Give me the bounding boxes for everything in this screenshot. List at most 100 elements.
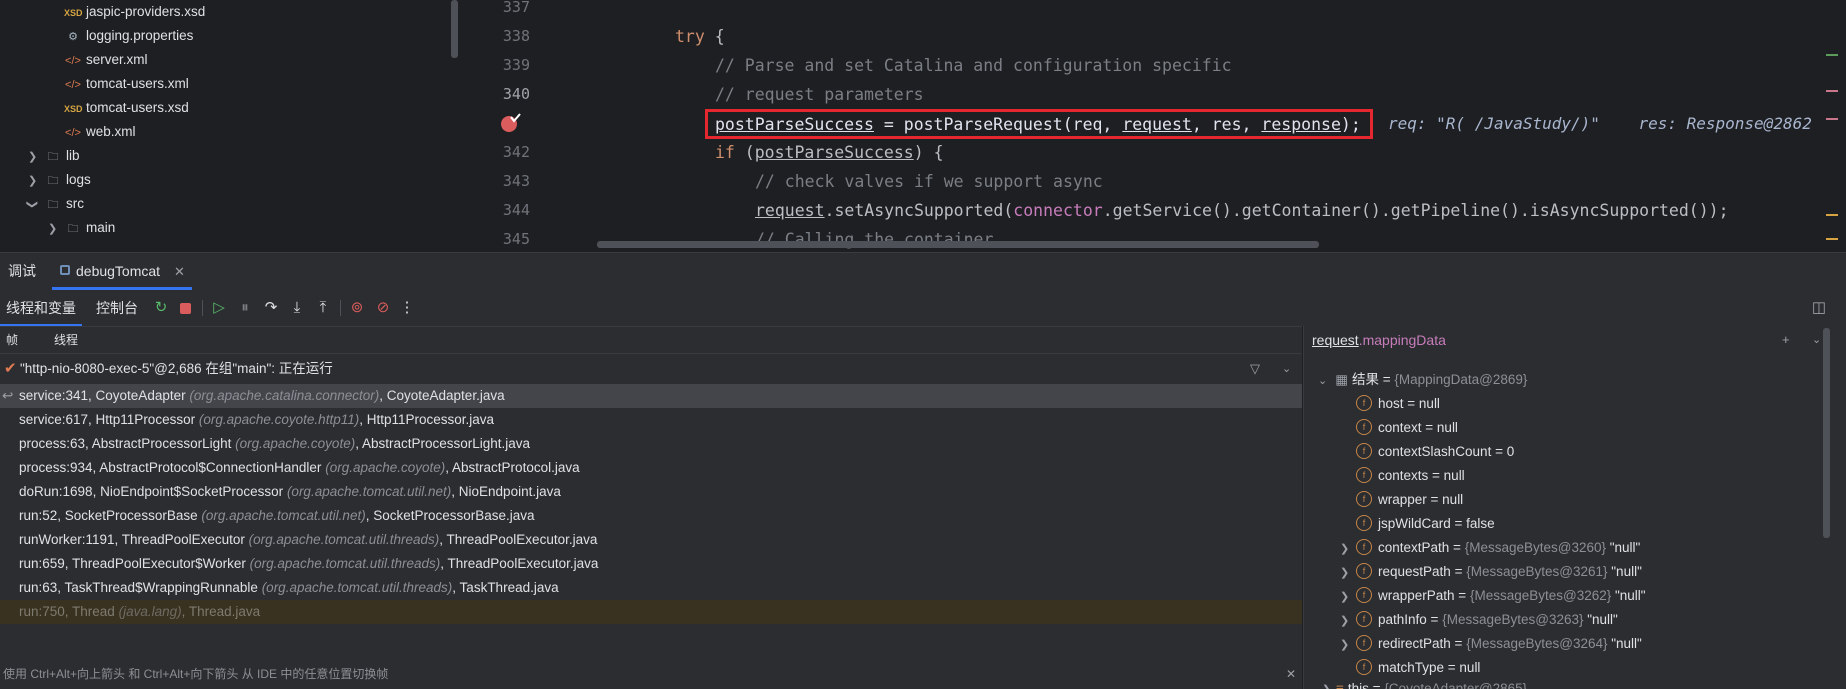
add-watch-icon[interactable]: +: [1782, 326, 1790, 354]
debug-tool-window-header: 调试 debugTomcat ✕: [0, 252, 1846, 290]
tab-frames[interactable]: 帧: [6, 327, 18, 353]
variable-field[interactable]: f wrapper = null: [1356, 488, 1463, 512]
chevron-right-icon[interactable]: ❯: [1340, 638, 1349, 651]
stack-frame[interactable]: run:63, TaskThread$WrappingRunnable (org…: [0, 576, 1302, 600]
chevron-down-icon[interactable]: ⌄: [1812, 326, 1821, 354]
tree-item-tomcat-users-xml[interactable]: </> tomcat-users.xml: [64, 72, 189, 96]
thread-name: "http-nio-8080-exec-5"@2,686 在组"main": 正…: [20, 361, 333, 376]
tree-item-server-xml[interactable]: </> server.xml: [64, 48, 147, 72]
code-line-343: // check valves if we support async: [755, 172, 1103, 191]
stack-frame[interactable]: run:659, ThreadPoolExecutor$Worker (org.…: [0, 552, 1302, 576]
table-icon: ▦: [1335, 372, 1348, 387]
chevron-right-icon[interactable]: ❯: [1340, 542, 1349, 555]
line-number: 340: [502, 85, 530, 103]
xml-file-icon: </>: [65, 79, 81, 91]
tree-item-src[interactable]: 🗀 src: [44, 192, 85, 216]
stack-frame[interactable]: runWorker:1191, ThreadPoolExecutor (org.…: [0, 528, 1302, 552]
breakpoint-icon[interactable]: [499, 112, 521, 134]
stack-frame[interactable]: service:617, Http11Processor (org.apache…: [0, 408, 1302, 432]
step-out-icon[interactable]: ⤒: [312, 290, 334, 326]
tree-item-web-xml[interactable]: </> web.xml: [64, 120, 135, 144]
tree-item-logs[interactable]: 🗀 logs: [44, 168, 91, 192]
folder-icon: 🗀: [67, 223, 79, 235]
stack-frame[interactable]: run:52, SocketProcessorBase (org.apache.…: [0, 504, 1302, 528]
chevron-right-icon[interactable]: ❯: [28, 150, 37, 163]
frames-threads-tabs: 帧 线程: [0, 326, 1302, 353]
tree-item-jaspic-providers[interactable]: XSD jaspic-providers.xsd: [64, 0, 205, 24]
evaluate-expression[interactable]: request.mappingData: [1312, 326, 1446, 354]
stack-frame[interactable]: ↩ service:341, CoyoteAdapter (org.apache…: [0, 384, 1302, 408]
chevron-right-icon[interactable]: ❯: [1340, 590, 1349, 603]
chevron-right-icon[interactable]: ❯: [1340, 566, 1349, 579]
tab-threads[interactable]: 线程: [54, 327, 78, 353]
variable-field[interactable]: f pathInfo = {MessageBytes@3263} "null": [1356, 608, 1618, 632]
variable-field[interactable]: f jspWildCard = false: [1356, 512, 1495, 536]
return-arrow-icon: ↩: [2, 388, 14, 403]
tab-threads-variables[interactable]: 线程和变量: [6, 290, 76, 326]
code-line-342: if (postParseSuccess) {: [715, 143, 944, 162]
stack-frame[interactable]: run:750, Thread (java.lang), Thread.java: [0, 600, 1302, 624]
tab-debug[interactable]: 调试: [8, 253, 36, 290]
chevron-right-icon[interactable]: ❯: [1340, 614, 1349, 627]
resume-icon[interactable]: ▷: [208, 290, 230, 326]
rerun-icon[interactable]: ↻: [150, 290, 172, 326]
variable-field[interactable]: f context = null: [1356, 416, 1458, 440]
field-icon: f: [1356, 635, 1372, 652]
tab-debug-session[interactable]: debugTomcat ✕: [52, 253, 192, 290]
field-icon: f: [1356, 467, 1372, 484]
chevron-right-icon[interactable]: ❯: [1322, 683, 1331, 689]
close-icon[interactable]: ✕: [1286, 660, 1296, 689]
filter-icon[interactable]: ▽: [1250, 354, 1260, 384]
line-number: 338: [502, 27, 530, 45]
xml-file-icon: </>: [65, 55, 81, 67]
variable-field[interactable]: f requestPath = {MessageBytes@3261} "null…: [1356, 560, 1642, 584]
editor-horizontal-scrollbar[interactable]: [597, 241, 1319, 248]
variables-scrollbar[interactable]: [1823, 328, 1830, 538]
tree-item-lib[interactable]: 🗀 lib: [44, 144, 80, 168]
layout-icon[interactable]: ◫: [1808, 290, 1830, 326]
stack-frame[interactable]: doRun:1698, NioEndpoint$SocketProcessor …: [0, 480, 1302, 504]
tab-console[interactable]: 控制台: [96, 290, 138, 326]
variable-field[interactable]: f contextSlashCount = 0: [1356, 440, 1514, 464]
field-icon: f: [1356, 443, 1372, 460]
code-line-344: request.setAsyncSupported(connector.getS…: [755, 201, 1729, 220]
stack-frame[interactable]: process:63, AbstractProcessorLight (org.…: [0, 432, 1302, 456]
stop-icon[interactable]: [174, 290, 196, 326]
chevron-down-icon[interactable]: ❯: [26, 200, 39, 209]
mute-breakpoints-icon[interactable]: ⊘: [372, 290, 394, 326]
tree-item-logging-properties[interactable]: ⚙ logging.properties: [64, 24, 193, 48]
view-breakpoints-icon[interactable]: ⊚: [346, 290, 368, 326]
field-icon: f: [1356, 659, 1372, 676]
close-icon[interactable]: ✕: [174, 253, 185, 290]
chevron-down-icon[interactable]: ⌄: [1318, 375, 1327, 387]
line-number: 344: [502, 201, 530, 219]
variable-field[interactable]: f redirectPath = {MessageBytes@3264} "nul…: [1356, 632, 1642, 656]
xsd-file-icon: XSD: [64, 104, 83, 114]
toolbar-divider: [340, 300, 341, 316]
tree-item-main[interactable]: 🗀 main: [64, 216, 116, 240]
web-xml-file-icon: </>: [65, 127, 81, 139]
result-node[interactable]: ⌄ ▦ 结果 = {MappingData@2869}: [1318, 368, 1527, 392]
field-icon: f: [1356, 611, 1372, 628]
field-icon: f: [1356, 419, 1372, 436]
project-tree: XSD jaspic-providers.xsd ⚙ logging.propert…: [0, 0, 460, 250]
inline-debug-values: req: "R( /JavaStudy/)" res: Response@286…: [1388, 114, 1812, 133]
thread-selector[interactable]: ✔ "http-nio-8080-exec-5"@2,686 在组"main":…: [0, 353, 1302, 384]
variable-field[interactable]: f wrapperPath = {MessageBytes@3262} "null…: [1356, 584, 1646, 608]
chevron-right-icon[interactable]: ❯: [28, 174, 37, 187]
tree-scrollbar[interactable]: [451, 0, 458, 58]
variable-field[interactable]: f contextPath = {MessageBytes@3260} "null…: [1356, 536, 1640, 560]
variable-field[interactable]: f contexts = null: [1356, 464, 1465, 488]
tree-item-tomcat-users-xsd[interactable]: XSD tomcat-users.xsd: [64, 96, 189, 120]
step-over-icon[interactable]: ↷: [260, 290, 282, 326]
pause-icon[interactable]: ⏸: [234, 290, 256, 326]
chevron-right-icon[interactable]: ❯: [48, 222, 57, 235]
more-options-icon[interactable]: ⋮: [396, 290, 418, 326]
chevron-down-icon[interactable]: ⌄: [1282, 354, 1291, 384]
stack-frame[interactable]: process:934, AbstractProtocol$Connection…: [0, 456, 1302, 480]
debug-toolbar: 线程和变量 控制台 ↻ ▷ ⏸ ↷ ⤓ ⤒ ⊚ ⊘ ⋮ ◫: [0, 290, 1846, 326]
this-node[interactable]: ≡ this = {CoyoteAdapter@2865}: [1336, 677, 1527, 689]
variable-field[interactable]: f host = null: [1356, 392, 1440, 416]
step-into-icon[interactable]: ⤓: [286, 290, 308, 326]
folder-icon: 🗀: [47, 151, 59, 163]
